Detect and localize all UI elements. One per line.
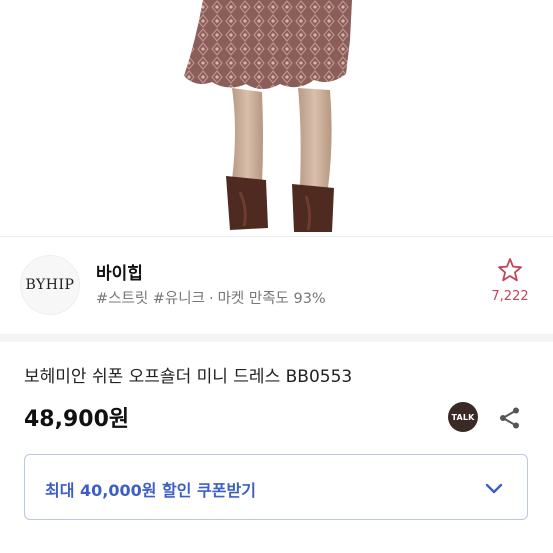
shop-logo-text: BYHIP [25, 277, 75, 293]
share-icon[interactable] [497, 405, 523, 431]
section-divider [0, 334, 553, 342]
shop-name[interactable]: 바이힙 [96, 259, 143, 284]
chevron-down-icon [485, 483, 503, 494]
product-photo-illustration [184, 0, 352, 232]
product-title: 보헤미안 쉬폰 오프숄더 미니 드레스 BB0553 [24, 367, 353, 387]
coupon-label: 최대 40,000원 할인 쿠폰받기 [45, 481, 256, 500]
talk-label: TALK [451, 412, 475, 422]
shop-logo[interactable]: BYHIP [20, 255, 80, 315]
favorite-count: 7,222 [491, 289, 529, 304]
kakao-talk-icon[interactable]: TALK [448, 402, 478, 432]
meta-separator: · [208, 291, 214, 307]
shop-info-row[interactable]: BYHIP 바이힙 #스트릿 #유니크 · 마켓 만족도 93% [0, 236, 553, 332]
star-outline-icon[interactable] [496, 256, 524, 284]
product-image[interactable] [0, 0, 553, 236]
shop-satisfaction: 마켓 만족도 93% [217, 291, 326, 307]
shop-meta: #스트릿 #유니크 · 마켓 만족도 93% [96, 287, 326, 308]
shop-tags: #스트릿 #유니크 [96, 291, 205, 307]
product-price: 48,900원 [24, 407, 130, 432]
coupon-button[interactable]: 최대 40,000원 할인 쿠폰받기 [24, 454, 528, 520]
